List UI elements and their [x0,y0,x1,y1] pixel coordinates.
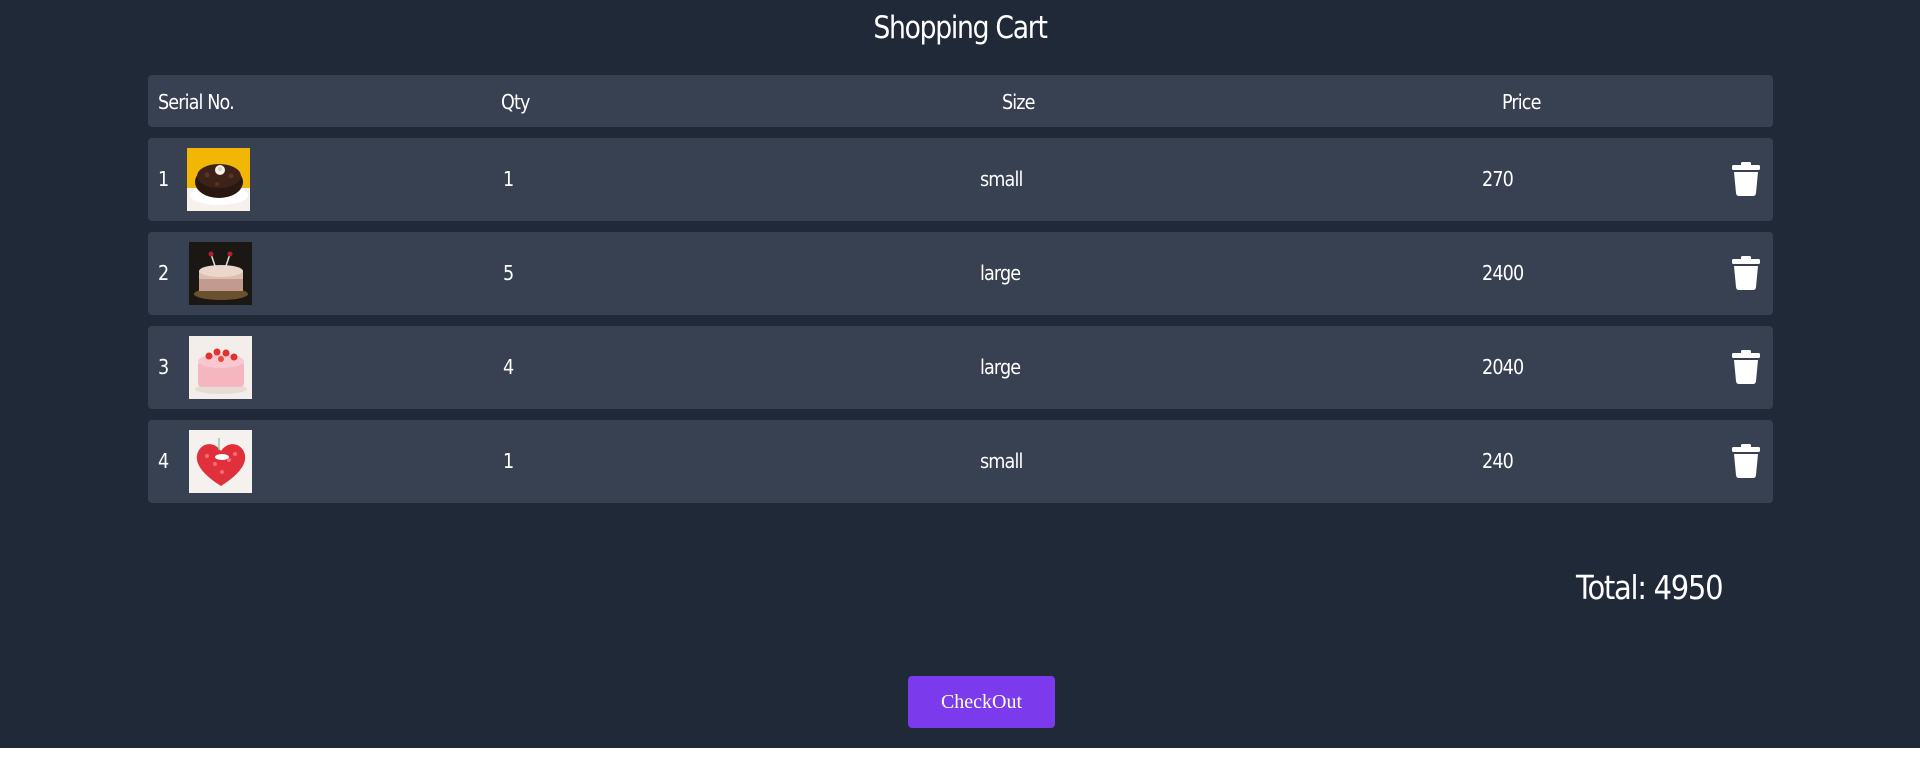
trash-icon[interactable] [1732,350,1760,384]
qty-cell: 5 [503,261,514,285]
size-cell: small [980,167,1023,191]
chocolate-cake-image [187,148,250,211]
cart-table: Serial No. Qty Size Price 1 1 small 270 … [148,75,1773,503]
page-title: Shopping Cart [873,10,1048,46]
price-cell: 2400 [1482,261,1524,285]
header-qty: Qty [501,90,530,114]
table-row: 4 1 small 240 [148,420,1773,503]
cart-page: Shopping Cart Serial No. Qty Size Price … [0,0,1920,748]
serial-cell: 2 [158,261,169,285]
trash-icon[interactable] [1732,444,1760,478]
trash-icon[interactable] [1732,162,1760,196]
size-cell: large [980,261,1021,285]
table-row: 3 4 large 2040 [148,326,1773,409]
checkout-button[interactable]: CheckOut [908,676,1055,728]
red-heart-cake-image [189,430,252,493]
trash-icon[interactable] [1732,256,1760,290]
table-header: Serial No. Qty Size Price [148,75,1773,127]
size-cell: small [980,449,1023,473]
price-cell: 270 [1482,167,1514,191]
qty-cell: 1 [503,449,514,473]
cream-cake-image [189,242,252,305]
table-row: 2 5 large 2400 [148,232,1773,315]
strawberry-cake-image [189,336,252,399]
cart-total: Total: 4950 [1576,568,1724,607]
table-row: 1 1 small 270 [148,138,1773,221]
size-cell: large [980,355,1021,379]
serial-cell: 1 [158,167,169,191]
header-size: Size [1002,90,1035,114]
serial-cell: 4 [158,449,169,473]
header-price: Price [1502,90,1541,114]
price-cell: 2040 [1482,355,1524,379]
price-cell: 240 [1482,449,1514,473]
qty-cell: 4 [503,355,514,379]
serial-cell: 3 [158,355,169,379]
header-serial: Serial No. [158,90,235,114]
qty-cell: 1 [503,167,514,191]
